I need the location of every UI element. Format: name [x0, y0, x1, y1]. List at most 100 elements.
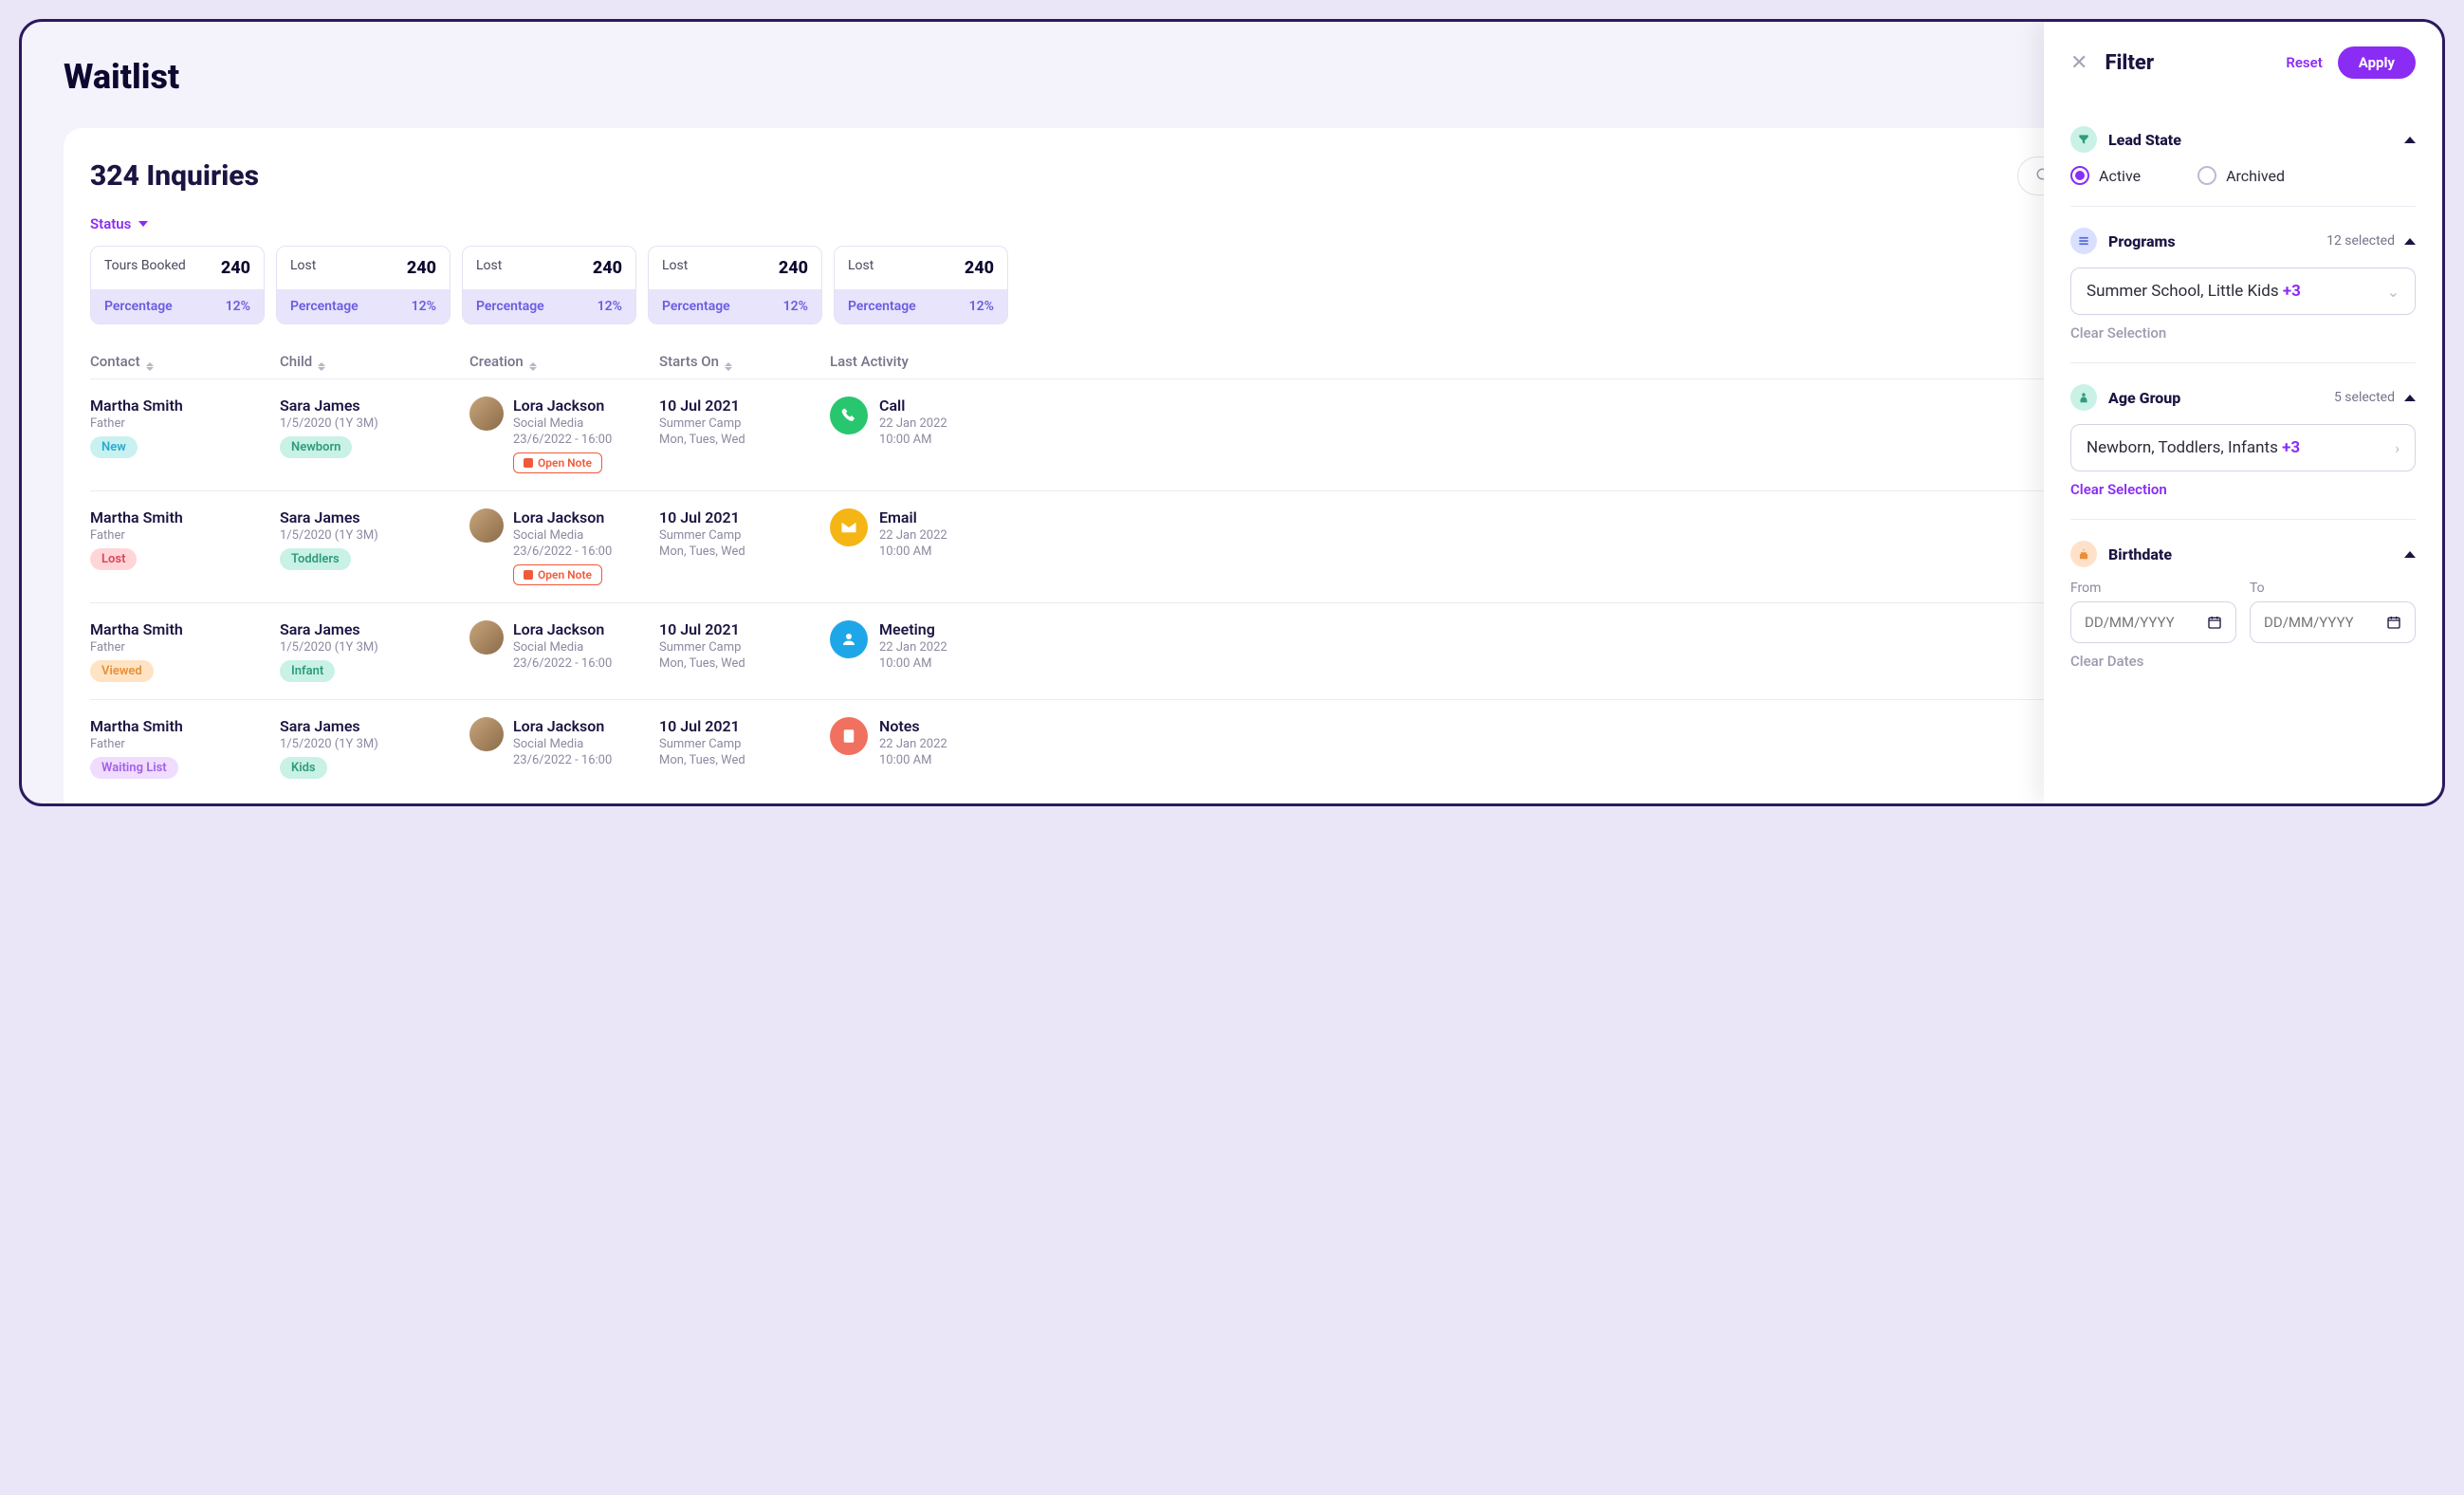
sort-icon — [529, 362, 537, 371]
open-note-button[interactable]: Open Note — [513, 452, 602, 473]
filter-header: ✕ Filter Reset Apply — [2070, 46, 2416, 79]
contact-cell: Martha Smith Father New — [90, 397, 280, 473]
calendar-icon — [2386, 614, 2401, 631]
stat-card[interactable]: Tours Booked240Percentage12% — [90, 246, 265, 324]
to-date-input[interactable] — [2250, 601, 2416, 643]
col-starts[interactable]: Starts On — [659, 353, 830, 371]
radio-archived[interactable]: Archived — [2197, 166, 2285, 185]
contact-cell: Martha Smith Father Viewed — [90, 620, 280, 682]
chevron-right-icon: › — [2395, 439, 2400, 457]
creation-cell: Lora Jackson Social Media 23/6/2022 - 16… — [469, 620, 659, 682]
child-cell: Sara James 1/5/2020 (1Y 3M) Newborn — [280, 397, 469, 473]
age-badge: Infant — [280, 660, 335, 682]
radio-active[interactable]: Active — [2070, 166, 2141, 185]
apply-button[interactable]: Apply — [2338, 46, 2416, 79]
age-group-icon — [2070, 384, 2097, 411]
birthdate-title: Birthdate — [2108, 545, 2172, 563]
to-label: To — [2250, 581, 2416, 596]
avatar — [469, 397, 504, 431]
chevron-down-icon: ⌄ — [2387, 283, 2400, 301]
birthdate-section: Birthdate From To Clear — [2070, 520, 2416, 691]
activity-cell: Email 22 Jan 2022 10:00 AM — [830, 508, 1020, 585]
stat-card[interactable]: Lost240Percentage12% — [462, 246, 636, 324]
from-label: From — [2070, 581, 2236, 596]
chevron-up-icon[interactable] — [2404, 137, 2416, 143]
table-row[interactable]: Martha Smith Father New Sara James 1/5/2… — [90, 378, 2374, 490]
activity-cell: Call 22 Jan 2022 10:00 AM — [830, 397, 1020, 473]
age-group-selected-count: 5 selected — [2334, 390, 2395, 405]
activity-cell: Meeting 22 Jan 2022 10:00 AM — [830, 620, 1020, 682]
app-window: Waitlist + New Inquiry 324 Inquiries Sta… — [19, 19, 2445, 806]
table-row[interactable]: Martha Smith Father Lost Sara James 1/5/… — [90, 490, 2374, 602]
programs-icon — [2070, 228, 2097, 254]
table-row[interactable]: Martha Smith Father Viewed Sara James 1/… — [90, 602, 2374, 699]
age-badge: Newborn — [280, 436, 352, 458]
avatar — [469, 620, 504, 655]
starts-cell: 10 Jul 2021 Summer Camp Mon, Tues, Wed — [659, 620, 830, 682]
call-icon — [830, 397, 868, 434]
col-child[interactable]: Child — [280, 353, 469, 371]
close-icon[interactable]: ✕ — [2070, 51, 2087, 75]
age-group-select[interactable]: Newborn, Toddlers, Infants +3 › — [2070, 424, 2416, 471]
creation-cell: Lora Jackson Social Media 23/6/2022 - 16… — [469, 717, 659, 779]
filter-title: Filter — [2105, 51, 2154, 75]
programs-clear[interactable]: Clear Selection — [2070, 324, 2416, 341]
status-badge: New — [90, 436, 138, 458]
status-badge: Waiting List — [90, 757, 178, 779]
table-body: Martha Smith Father New Sara James 1/5/2… — [90, 378, 2374, 796]
page-title: Waitlist — [64, 57, 179, 97]
reset-button[interactable]: Reset — [2286, 54, 2322, 71]
col-creation[interactable]: Creation — [469, 353, 659, 371]
age-badge: Toddlers — [280, 548, 351, 570]
lead-state-section: Lead State Active Archived — [2070, 105, 2416, 207]
stat-card[interactable]: Lost240Percentage12% — [648, 246, 822, 324]
age-group-title: Age Group — [2108, 389, 2180, 407]
radio-dot-icon — [2197, 166, 2216, 185]
chevron-up-icon[interactable] — [2404, 238, 2416, 245]
sort-icon — [725, 362, 732, 371]
child-cell: Sara James 1/5/2020 (1Y 3M) Infant — [280, 620, 469, 682]
card-header: 324 Inquiries — [90, 155, 2374, 196]
col-activity[interactable]: Last Activity — [830, 353, 1020, 371]
meeting-icon — [830, 620, 868, 658]
status-dropdown[interactable]: Status — [90, 215, 2374, 232]
sort-icon — [318, 362, 325, 371]
col-contact[interactable]: Contact — [90, 353, 280, 371]
age-group-clear[interactable]: Clear Selection — [2070, 481, 2416, 498]
from-date-field[interactable] — [2085, 614, 2207, 631]
programs-title: Programs — [2108, 232, 2176, 250]
status-badge: Viewed — [90, 660, 154, 682]
programs-select[interactable]: Summer School, Little Kids +3 ⌄ — [2070, 268, 2416, 315]
child-cell: Sara James 1/5/2020 (1Y 3M) Kids — [280, 717, 469, 779]
avatar — [469, 717, 504, 751]
chevron-up-icon[interactable] — [2404, 395, 2416, 401]
stat-card[interactable]: Lost240Percentage12% — [276, 246, 451, 324]
age-group-section: Age Group 5 selected Newborn, Toddlers, … — [2070, 363, 2416, 520]
avatar — [469, 508, 504, 543]
from-date-input[interactable] — [2070, 601, 2236, 643]
table-row[interactable]: Martha Smith Father Waiting List Sara Ja… — [90, 699, 2374, 796]
open-note-button[interactable]: Open Note — [513, 564, 602, 585]
birthdate-icon — [2070, 541, 2097, 567]
activity-cell: Notes 22 Jan 2022 10:00 AM — [830, 717, 1020, 779]
stat-card[interactable]: Lost240Percentage12% — [834, 246, 1008, 324]
sort-icon — [146, 362, 154, 371]
table-header: Contact Child Creation Starts On Last Ac… — [90, 345, 2374, 378]
status-stats: Tours Booked240Percentage12%Lost240Perce… — [90, 246, 2374, 324]
radio-dot-icon — [2070, 166, 2089, 185]
status-label: Status — [90, 215, 131, 232]
filter-panel: ✕ Filter Reset Apply Lead State Active A… — [2044, 22, 2442, 803]
creation-cell: Lora Jackson Social Media 23/6/2022 - 16… — [469, 508, 659, 585]
notes-icon — [830, 717, 868, 755]
starts-cell: 10 Jul 2021 Summer Camp Mon, Tues, Wed — [659, 397, 830, 473]
chevron-up-icon[interactable] — [2404, 551, 2416, 558]
birthdate-clear[interactable]: Clear Dates — [2070, 653, 2416, 670]
programs-section: Programs 12 selected Summer School, Litt… — [2070, 207, 2416, 363]
inquiries-count: 324 Inquiries — [90, 159, 259, 193]
age-badge: Kids — [280, 757, 327, 779]
calendar-icon — [2207, 614, 2222, 631]
contact-cell: Martha Smith Father Lost — [90, 508, 280, 585]
lead-state-icon — [2070, 126, 2097, 153]
to-date-field[interactable] — [2264, 614, 2386, 631]
chevron-down-icon — [138, 221, 148, 227]
